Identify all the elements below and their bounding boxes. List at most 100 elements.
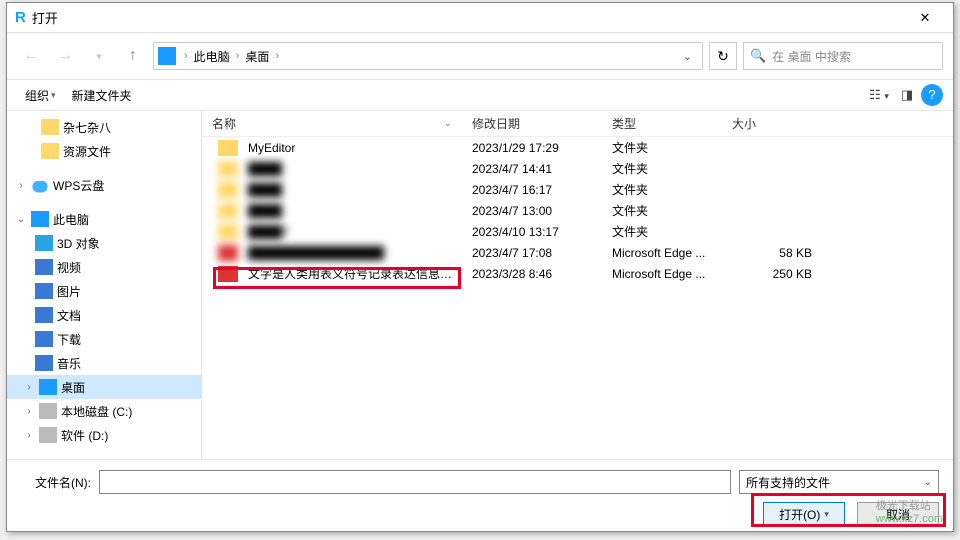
file-type: 文件夹 <box>602 181 722 198</box>
folder-icon <box>218 140 238 156</box>
sidebar-item-misc[interactable]: 杂七杂八 <box>7 115 201 139</box>
sidebar-item-net[interactable]: 网络 <box>7 457 201 459</box>
chevron-right-icon: › <box>180 50 192 62</box>
help-button[interactable]: ? <box>921 84 943 106</box>
caret-icon: › <box>23 430 35 441</box>
caret-icon: › <box>23 382 35 393</box>
file-row[interactable]: ████2023/4/7 14:41文件夹 <box>202 158 953 179</box>
folder-icon <box>218 203 238 219</box>
file-date: 2023/4/7 13:00 <box>462 204 602 218</box>
search-icon: 🔍 <box>750 48 766 64</box>
file-name: ████F <box>238 225 462 239</box>
new-folder-button[interactable]: 新建文件夹 <box>64 83 140 108</box>
path-dropdown-icon[interactable]: ⌄ <box>677 50 698 63</box>
nav-row: ← → ▾ ↑ › 此电脑 › 桌面 › ⌄ ↻ 🔍 在 桌面 中搜索 <box>7 33 953 79</box>
pc-icon <box>158 47 176 65</box>
sidebar-item-desktop[interactable]: ›桌面 <box>7 375 201 399</box>
chevron-down-icon: ⌄ <box>444 118 452 129</box>
file-date: 2023/4/7 14:41 <box>462 162 602 176</box>
file-filter-dropdown[interactable]: 所有支持的文件⌄ <box>739 470 939 494</box>
breadcrumb[interactable]: › 此电脑 › 桌面 › ⌄ <box>153 42 703 70</box>
sidebar-item-diskc[interactable]: ›本地磁盘 (C:) <box>7 399 201 423</box>
filename-row: 文件名(N): 所有支持的文件⌄ <box>21 470 939 494</box>
cloud-icon <box>31 177 49 193</box>
forward-button[interactable]: → <box>51 47 79 65</box>
file-row[interactable]: ████2023/4/7 16:17文件夹 <box>202 179 953 200</box>
chevron-down-icon: ⌄ <box>924 477 932 488</box>
music-icon <box>35 355 53 371</box>
file-date: 2023/4/7 16:17 <box>462 183 602 197</box>
dialog-title: 打开 <box>32 8 905 27</box>
view-mode-button[interactable]: ☷ ▾ <box>865 87 893 103</box>
file-name: ████ <box>238 183 462 197</box>
image-icon <box>35 283 53 299</box>
file-type: Microsoft Edge ... <box>602 246 722 260</box>
file-date: 2023/1/29 17:29 <box>462 141 602 155</box>
crumb-pc[interactable]: 此电脑 <box>192 46 232 67</box>
sidebar-item-wps[interactable]: ›WPS云盘 <box>7 173 201 197</box>
col-type[interactable]: 类型 <box>602 115 722 132</box>
search-input[interactable]: 🔍 在 桌面 中搜索 <box>743 42 943 70</box>
sidebar-item-music[interactable]: 音乐 <box>7 351 201 375</box>
pdf-icon <box>218 245 238 261</box>
refresh-button[interactable]: ↻ <box>709 42 737 70</box>
toolbar: 组织▾ 新建文件夹 ☷ ▾ ◨ ? <box>7 79 953 111</box>
chevron-right-icon: › <box>271 50 283 62</box>
folder-icon <box>218 224 238 240</box>
folder-icon <box>218 182 238 198</box>
filename-input[interactable] <box>99 470 731 494</box>
cube-icon <box>35 235 53 251</box>
file-size: 250 KB <box>722 267 832 281</box>
sidebar-item-video[interactable]: 视频 <box>7 255 201 279</box>
split-dropdown-icon[interactable]: ▾ <box>824 509 829 520</box>
pc-icon <box>31 211 49 227</box>
sidebar-item-diskd[interactable]: ›软件 (D:) <box>7 423 201 447</box>
sidebar-item-pics[interactable]: 图片 <box>7 279 201 303</box>
file-size: 58 KB <box>722 246 832 260</box>
button-row: 打开(O)▾ 取消 <box>21 502 939 526</box>
col-name[interactable]: 名称⌄ <box>202 115 462 132</box>
sidebar-item-downloads[interactable]: 下载 <box>7 327 201 351</box>
crumb-desktop[interactable]: 桌面 <box>243 46 271 67</box>
file-type: Microsoft Edge ... <box>602 267 722 281</box>
file-row[interactable]: ████████████████2023/4/7 17:08Microsoft … <box>202 242 953 263</box>
sidebar: 杂七杂八 资源文件 ›WPS云盘 ⌄此电脑 3D 对象 视频 图片 文档 下载 … <box>7 111 202 459</box>
file-date: 2023/4/7 17:08 <box>462 246 602 260</box>
search-placeholder: 在 桌面 中搜索 <box>772 48 851 65</box>
back-button[interactable]: ← <box>17 47 45 65</box>
video-icon <box>35 259 53 275</box>
file-date: 2023/3/28 8:46 <box>462 267 602 281</box>
recent-dropdown[interactable]: ▾ <box>85 50 113 63</box>
pdf-icon <box>218 266 238 282</box>
caret-icon: › <box>23 406 35 417</box>
open-button[interactable]: 打开(O)▾ <box>763 502 845 526</box>
caret-icon: › <box>15 180 27 191</box>
file-date: 2023/4/10 13:17 <box>462 225 602 239</box>
titlebar: R 打开 ✕ <box>7 3 953 33</box>
file-name: MyEditor <box>238 141 462 155</box>
file-row[interactable]: 文字是人类用表义符号记录表达信息以传.2023/3/28 8:46Microso… <box>202 263 953 284</box>
folder-icon <box>41 143 59 159</box>
col-size[interactable]: 大小 <box>722 115 832 132</box>
close-button[interactable]: ✕ <box>905 10 945 26</box>
organize-button[interactable]: 组织▾ <box>17 83 64 108</box>
folder-icon <box>41 119 59 135</box>
file-type: 文件夹 <box>602 160 722 177</box>
file-row[interactable]: ████F2023/4/10 13:17文件夹 <box>202 221 953 242</box>
file-row[interactable]: MyEditor2023/1/29 17:29文件夹 <box>202 137 953 158</box>
file-name: ████████████████ <box>238 246 462 260</box>
sidebar-item-pc[interactable]: ⌄此电脑 <box>7 207 201 231</box>
disk-icon <box>39 403 57 419</box>
sidebar-item-3d[interactable]: 3D 对象 <box>7 231 201 255</box>
preview-pane-button[interactable]: ◨ <box>893 87 921 103</box>
sidebar-item-docs[interactable]: 文档 <box>7 303 201 327</box>
filename-label: 文件名(N): <box>21 474 91 491</box>
dialog-body: 杂七杂八 资源文件 ›WPS云盘 ⌄此电脑 3D 对象 视频 图片 文档 下载 … <box>7 111 953 459</box>
up-button[interactable]: ↑ <box>119 47 147 65</box>
caret-down-icon: ⌄ <box>15 214 27 225</box>
document-icon <box>35 307 53 323</box>
file-type: 文件夹 <box>602 139 722 156</box>
file-row[interactable]: ████2023/4/7 13:00文件夹 <box>202 200 953 221</box>
col-date[interactable]: 修改日期 <box>462 115 602 132</box>
sidebar-item-res[interactable]: 资源文件 <box>7 139 201 163</box>
